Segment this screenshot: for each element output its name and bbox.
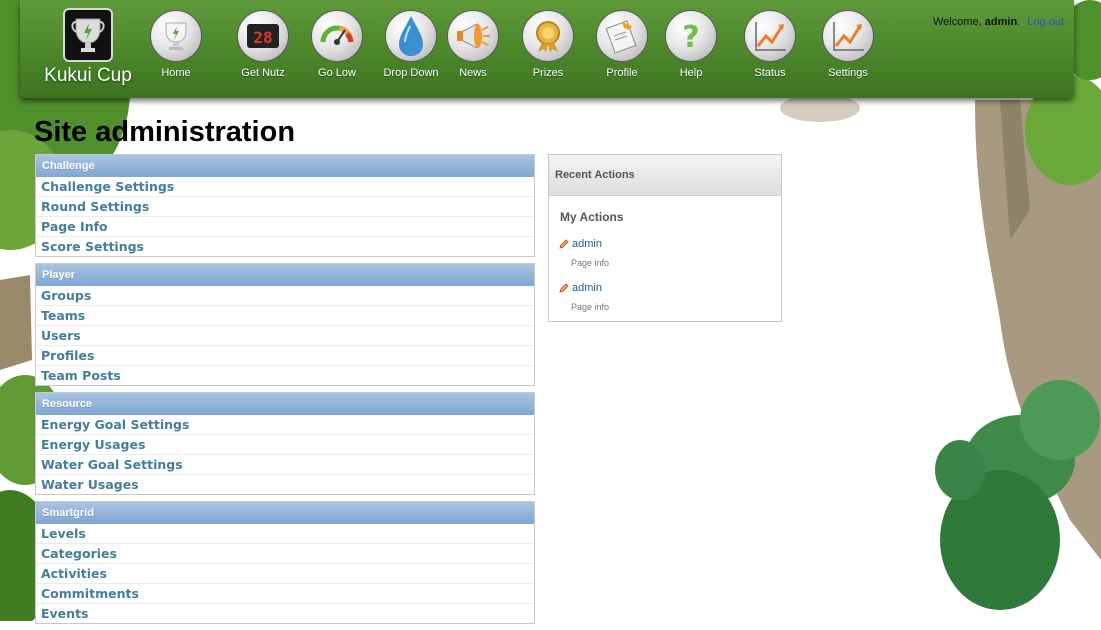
recent-action-type: Page info (571, 258, 610, 268)
module-link[interactable]: Users (36, 326, 534, 346)
nav-news[interactable]: News (435, 10, 511, 79)
pencil-icon (559, 234, 569, 253)
nav-status[interactable]: Status (732, 10, 808, 79)
welcome-message: Welcome, admin. Log out (933, 16, 1064, 28)
pencil-icon (559, 278, 569, 297)
water-drop-icon (385, 10, 437, 62)
kukui-cup-logo[interactable]: Kukui Cup (38, 8, 138, 92)
brand-title: Kukui Cup (44, 65, 132, 86)
recent-action-type: Page info (571, 302, 610, 312)
recent-action-link[interactable]: admin (572, 282, 602, 294)
nav-help[interactable]: ? Help (653, 10, 729, 79)
nav-label: Home (161, 67, 191, 79)
module-link[interactable]: Round Settings (36, 197, 534, 217)
page-title: Site administration (34, 116, 296, 148)
nav-home[interactable]: Home (138, 10, 214, 79)
module-header[interactable]: Resource (36, 393, 534, 415)
nav-label: Profile (606, 67, 638, 79)
module-link[interactable]: Page Info (36, 217, 534, 237)
nav-label: Prizes (532, 67, 564, 79)
nav-label: Go Low (318, 67, 356, 79)
recent-action-item: admin Page info (559, 278, 781, 312)
module-link[interactable]: Score Settings (36, 237, 534, 256)
nav-label: Help (679, 67, 703, 79)
module-player: Player Groups Teams Users Profiles Team … (35, 263, 535, 386)
module-link[interactable]: Challenge Settings (36, 177, 534, 197)
trend-chart-icon (744, 10, 796, 62)
module-link[interactable]: Energy Usages (36, 435, 534, 455)
nav-profile[interactable]: Profile (584, 10, 660, 79)
nav-label: News (459, 67, 487, 79)
nav-get-nutz[interactable]: 28 Get Nutz (225, 10, 301, 79)
module-link[interactable]: Activities (36, 564, 534, 584)
module-link[interactable]: Energy Goal Settings (36, 415, 534, 435)
recent-actions-title: Recent Actions (549, 155, 781, 196)
logout-link[interactable]: Log out (1027, 16, 1064, 28)
module-link[interactable]: Groups (36, 286, 534, 306)
my-actions-heading: My Actions (560, 210, 624, 224)
module-resource: Resource Energy Goal Settings Energy Usa… (35, 392, 535, 495)
recent-action-item: admin Page info (559, 234, 781, 268)
trophy-logo-icon (63, 8, 113, 62)
module-link[interactable]: Water Goal Settings (36, 455, 534, 475)
nav-settings[interactable]: Settings (810, 10, 886, 79)
gauge-icon (311, 10, 363, 62)
profile-card-icon (596, 10, 648, 62)
nav-label: Get Nutz (241, 67, 285, 79)
module-header[interactable]: Challenge (36, 155, 534, 177)
scoreboard-icon: 28 (237, 10, 289, 62)
megaphone-icon (447, 10, 499, 62)
module-link[interactable]: Profiles (36, 346, 534, 366)
recent-actions-panel: Recent Actions My Actions admin Page inf… (548, 154, 782, 322)
module-header[interactable]: Player (36, 264, 534, 286)
nav-go-low[interactable]: Go Low (299, 10, 375, 79)
app-modules: Challenge Challenge Settings Round Setti… (35, 154, 535, 630)
username: admin (984, 16, 1018, 28)
recent-action-link[interactable]: admin (572, 238, 602, 250)
welcome-prefix: Welcome, (933, 16, 982, 28)
nav-label: Status (754, 67, 786, 79)
module-link[interactable]: Team Posts (36, 366, 534, 385)
trophy-icon (150, 10, 202, 62)
svg-text:?: ? (682, 20, 699, 55)
top-banner: Kukui Cup Home 28 Get Nutz Go Low Drop D… (20, 0, 1074, 98)
module-link[interactable]: Categories (36, 544, 534, 564)
trend-chart-icon (822, 10, 874, 62)
module-link[interactable]: Teams (36, 306, 534, 326)
module-link[interactable]: Commitments (36, 584, 534, 604)
svg-text:28: 28 (253, 28, 272, 47)
module-link[interactable]: Water Usages (36, 475, 534, 494)
module-smartgrid: Smartgrid Levels Categories Activities C… (35, 501, 535, 624)
module-header[interactable]: Smartgrid (36, 502, 534, 524)
module-link[interactable]: Levels (36, 524, 534, 544)
nav-prizes[interactable]: Prizes (510, 10, 586, 79)
medal-icon (522, 10, 574, 62)
question-mark-icon: ? (665, 10, 717, 62)
module-challenge: Challenge Challenge Settings Round Setti… (35, 154, 535, 257)
module-link[interactable]: Events (36, 604, 534, 623)
nav-label: Settings (828, 67, 868, 79)
